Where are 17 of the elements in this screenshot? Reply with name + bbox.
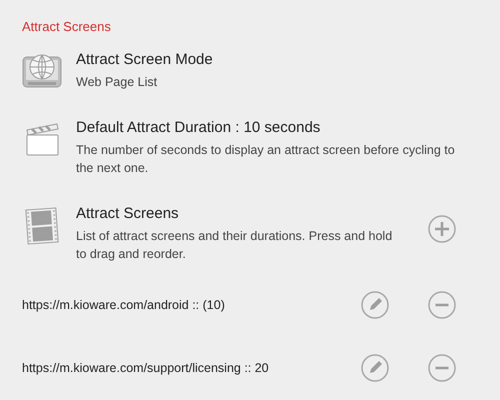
setting-title: Default Attract Duration : 10 seconds [76,119,322,137]
edit-button[interactable] [361,354,389,382]
setting-title: Attract Screen Mode [76,51,214,69]
url-entry[interactable]: https://m.kioware.com/support/licensing :: 20 [22,361,361,375]
clapperboard-icon [24,121,60,157]
setting-title: Attract Screens [76,205,180,223]
setting-summary: List of attract screens and their durations. Press and hold to drag and reorder. [76,228,394,263]
section-header: Attract Screens [22,19,111,34]
setting-summary: The number of seconds to display an attract screen before cycling to the next one. [76,142,456,177]
add-button[interactable] [428,215,456,243]
remove-button[interactable] [428,291,456,319]
filmstrip-icon [24,207,60,245]
edit-button[interactable] [361,291,389,319]
globe-monitor-icon [22,53,62,89]
url-entry[interactable]: https://m.kioware.com/android :: (10) [22,298,361,312]
remove-button[interactable] [428,354,456,382]
setting-summary: Web Page List [76,74,158,91]
